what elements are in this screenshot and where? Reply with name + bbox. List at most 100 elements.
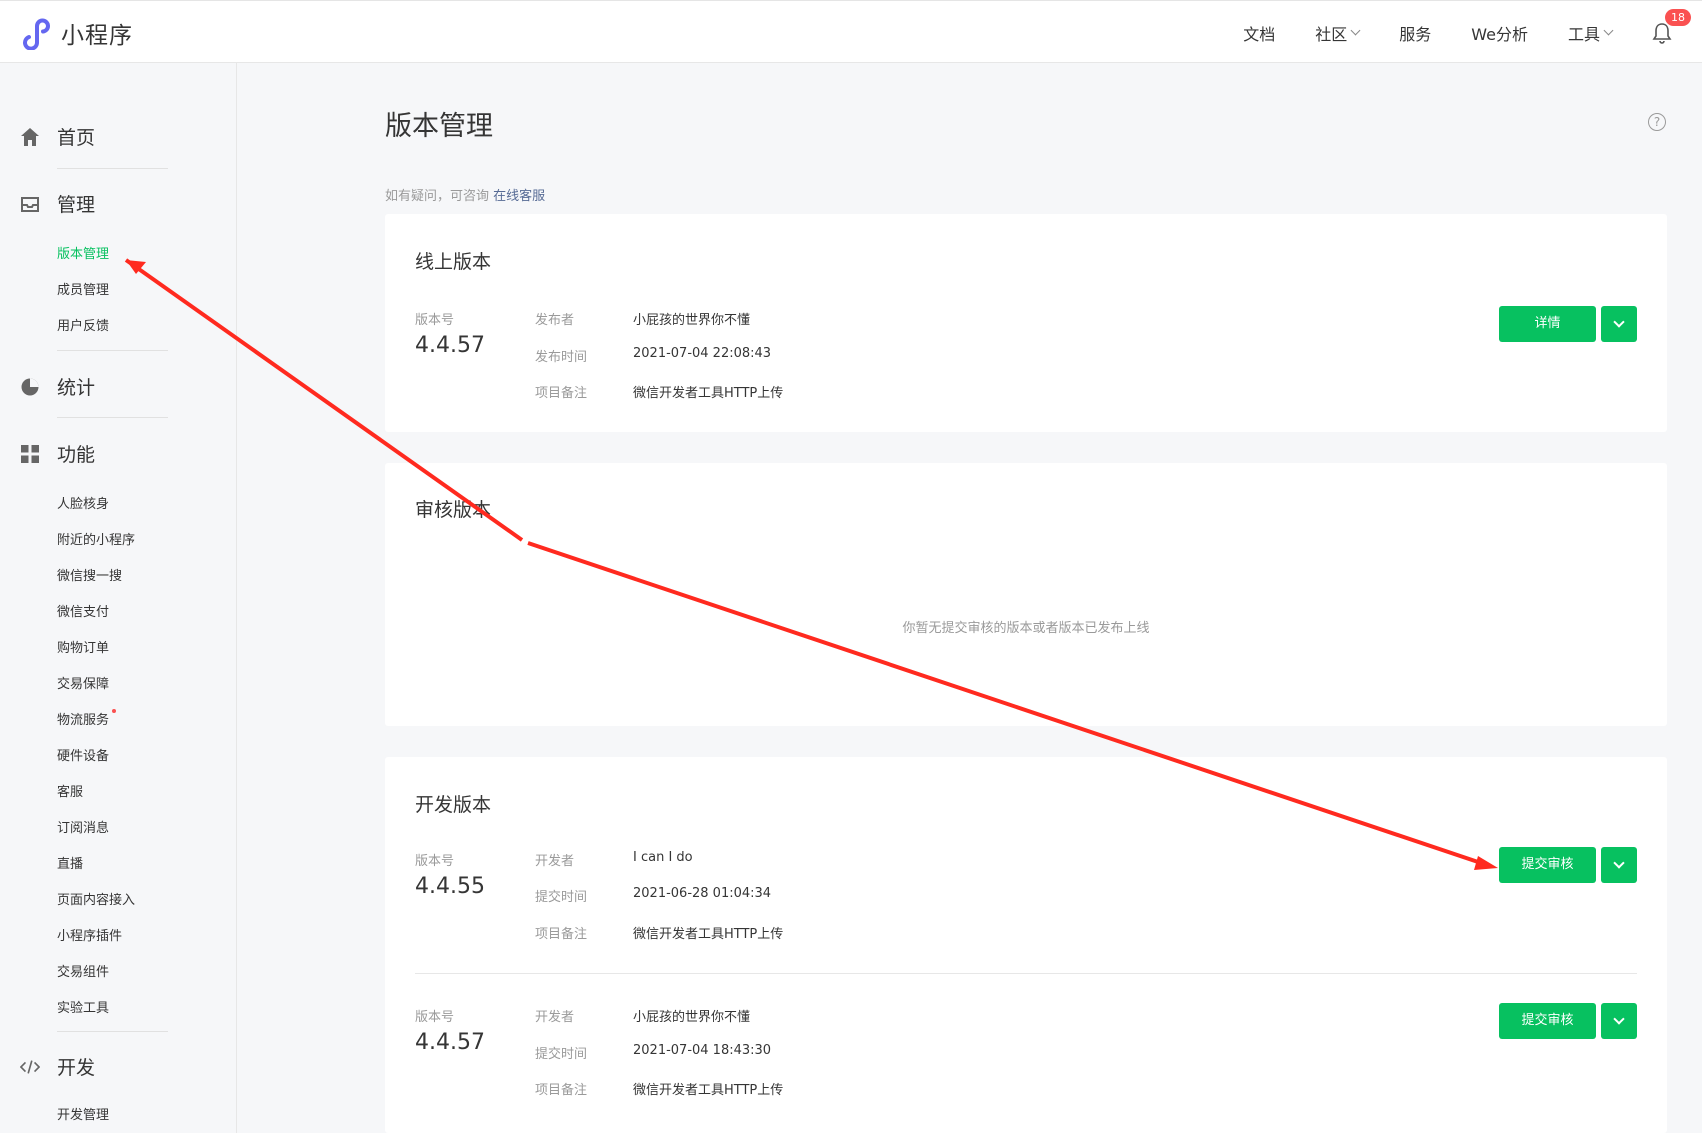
empty-message: 你暂无提交审核的版本或者版本已发布上线 xyxy=(902,621,1150,636)
page-title: 版本管理 xyxy=(385,111,493,142)
sidebar-item-plugins[interactable]: 小程序插件 xyxy=(57,925,122,944)
field-value: 小屁孩的世界你不懂 xyxy=(633,313,751,328)
chevron-down-icon xyxy=(1603,25,1614,36)
field-key: 项目备注 xyxy=(535,1083,588,1098)
sidebar-item-pay[interactable]: 微信支付 xyxy=(57,601,109,620)
field-value: I can I do xyxy=(633,850,693,865)
more-dropdown-button[interactable] xyxy=(1601,847,1637,883)
card-title: 线上版本 xyxy=(415,251,492,273)
field-value: 2021-06-28 01:04:34 xyxy=(633,886,772,901)
divider xyxy=(57,1031,168,1032)
field-key: 提交时间 xyxy=(535,1047,588,1062)
nav-services[interactable]: 服务 xyxy=(1399,21,1431,45)
field-key: 发布时间 xyxy=(535,350,588,365)
more-dropdown-button[interactable] xyxy=(1601,1003,1637,1039)
submit-review-button[interactable]: 提交审核 xyxy=(1499,847,1596,883)
dev-version-card: 开发版本 版本号 4.4.55 开发者 I can I do 提交时间 2021… xyxy=(385,757,1667,1133)
field-key: 项目备注 xyxy=(535,386,588,401)
inquiry-text: 如有疑问，可咨询 在线客服 xyxy=(385,185,545,204)
sidebar-home[interactable]: 首页 xyxy=(20,123,95,150)
sidebar-dev[interactable]: 开发 xyxy=(20,1053,95,1080)
field-key: 提交时间 xyxy=(535,890,588,905)
sidebar-item-subscribe[interactable]: 订阅消息 xyxy=(57,817,109,836)
card-title: 审核版本 xyxy=(415,499,492,521)
field-key: 开发者 xyxy=(535,1010,575,1025)
card-title: 开发版本 xyxy=(415,794,492,816)
sidebar-item-search[interactable]: 微信搜一搜 xyxy=(57,565,122,584)
version-number: 4.4.57 xyxy=(415,333,485,358)
notification-badge: 18 xyxy=(1665,8,1691,26)
miniprogram-logo-icon xyxy=(23,18,50,50)
logo[interactable]: 小程序 xyxy=(20,16,133,50)
sidebar-dev-label: 开发 xyxy=(57,1057,96,1079)
online-service-link[interactable]: 在线客服 xyxy=(493,189,545,204)
submit-review-button[interactable]: 提交审核 xyxy=(1499,1003,1596,1039)
online-version-card: 线上版本 版本号 4.4.57 发布者 小屁孩的世界你不懂 发布时间 2021-… xyxy=(385,214,1667,432)
nav-community[interactable]: 社区 xyxy=(1315,21,1361,45)
field-value: 微信开发者工具HTTP上传 xyxy=(633,1083,784,1098)
top-nav: 文档 社区 服务 We分析 工具 18 xyxy=(1203,1,1691,64)
sidebar-item-service[interactable]: 客服 xyxy=(57,781,83,800)
sidebar-item-member-manage[interactable]: 成员管理 xyxy=(57,279,109,298)
help-icon[interactable]: ? xyxy=(1648,113,1666,131)
top-navbar: 小程序 文档 社区 服务 We分析 工具 18 xyxy=(0,0,1702,63)
sidebar-item-nearby[interactable]: 附近的小程序 xyxy=(57,529,135,548)
sidebar: 首页 管理 版本管理 成员管理 用户反馈 统计 功能 人脸核身 附近的小程序 微… xyxy=(0,63,237,1133)
sidebar-manage-label: 管理 xyxy=(57,194,96,216)
sidebar-item-dev-manage[interactable]: 开发管理 xyxy=(57,1104,109,1123)
divider xyxy=(57,168,168,169)
sidebar-item-hardware[interactable]: 硬件设备 xyxy=(57,745,109,764)
inquiry-label: 如有疑问，可咨询 xyxy=(385,189,490,204)
field-value: 2021-07-04 18:43:30 xyxy=(633,1043,772,1058)
divider xyxy=(57,350,168,351)
chevron-down-icon xyxy=(1613,316,1625,328)
chevron-down-icon xyxy=(1613,857,1625,869)
sidebar-manage[interactable]: 管理 xyxy=(20,190,95,217)
version-number: 4.4.57 xyxy=(415,1030,485,1055)
version-label: 版本号 xyxy=(415,854,455,869)
nav-tools[interactable]: 工具 xyxy=(1567,21,1614,45)
app-name: 小程序 xyxy=(61,23,133,49)
code-icon xyxy=(20,1059,40,1074)
field-value: 2021-07-04 22:08:43 xyxy=(633,346,772,361)
inbox-icon xyxy=(21,196,39,212)
sidebar-item-logistics-label: 物流服务 xyxy=(57,713,110,728)
version-label: 版本号 xyxy=(415,1010,455,1025)
field-value: 微信开发者工具HTTP上传 xyxy=(633,386,784,401)
chevron-down-icon xyxy=(1613,1013,1625,1025)
sidebar-item-trade-components[interactable]: 交易组件 xyxy=(57,961,109,980)
details-button[interactable]: 详情 xyxy=(1499,306,1596,342)
home-icon xyxy=(21,127,39,146)
new-dot xyxy=(112,709,117,713)
sidebar-home-label: 首页 xyxy=(57,127,96,149)
sidebar-item-page-content[interactable]: 页面内容接入 xyxy=(57,889,135,908)
review-version-card: 审核版本 你暂无提交审核的版本或者版本已发布上线 xyxy=(385,463,1667,726)
sidebar-item-guarantee[interactable]: 交易保障 xyxy=(57,673,109,692)
field-value: 微信开发者工具HTTP上传 xyxy=(633,927,784,942)
nav-docs[interactable]: 文档 xyxy=(1243,21,1275,45)
pie-chart-icon xyxy=(21,378,39,395)
sidebar-item-live[interactable]: 直播 xyxy=(57,853,83,872)
notification-bell[interactable]: 18 xyxy=(1652,8,1691,44)
nav-community-label: 社区 xyxy=(1315,24,1348,44)
version-label: 版本号 xyxy=(415,313,455,328)
sidebar-item-user-feedback[interactable]: 用户反馈 xyxy=(57,315,109,334)
sidebar-features[interactable]: 功能 xyxy=(20,440,95,467)
sidebar-item-orders[interactable]: 购物订单 xyxy=(57,637,109,656)
version-number: 4.4.55 xyxy=(415,874,485,899)
chevron-down-icon xyxy=(1350,25,1361,36)
grid-icon xyxy=(21,444,39,463)
sidebar-item-face-verify[interactable]: 人脸核身 xyxy=(57,493,109,512)
field-key: 开发者 xyxy=(535,854,575,869)
sidebar-item-lab-tools[interactable]: 实验工具 xyxy=(57,997,109,1016)
nav-tools-label: 工具 xyxy=(1567,24,1600,44)
field-value: 小屁孩的世界你不懂 xyxy=(633,1010,751,1025)
sidebar-item-logistics[interactable]: 物流服务 xyxy=(57,709,117,728)
sidebar-features-label: 功能 xyxy=(57,444,96,466)
sidebar-item-version-manage[interactable]: 版本管理 xyxy=(57,243,109,262)
divider xyxy=(415,973,1637,974)
divider xyxy=(57,417,168,418)
sidebar-stats[interactable]: 统计 xyxy=(20,373,95,400)
more-dropdown-button[interactable] xyxy=(1601,306,1637,342)
nav-we-analysis[interactable]: We分析 xyxy=(1471,21,1528,45)
